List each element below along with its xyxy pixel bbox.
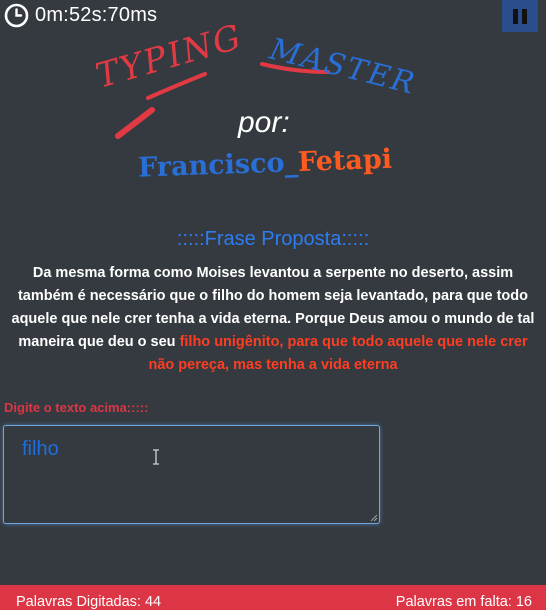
logo-title-master: MASTER [265,32,419,102]
logo-slash-red [115,107,155,139]
logo-title-typing: TYPING [91,17,247,97]
input-label: Digite o texto acima::::: [4,400,149,415]
text-cursor-icon [153,449,159,465]
phrase-remaining: filho unigênito, para que todo aquele qu… [148,334,528,373]
typing-input[interactable] [3,425,380,524]
logo-by: por: [237,106,290,139]
logo-author: Francisco_Fetapi [138,144,393,184]
typing-master-app: 0m:52s:70ms TYPING MASTER por: Francisco… [0,0,546,610]
logo-author-first: Francisco_ [138,147,299,184]
logo-author-last: Fetapi [297,144,392,178]
phrase-title: :::::Frase Proposta::::: [176,228,370,250]
resize-handle-icon[interactable] [370,514,378,522]
phrase-text: Da mesma forma como Moises levantou a se… [6,262,540,377]
typed-words-count: Palavras Digitadas: 44 [16,594,162,610]
footer-bar: Palavras Digitadas: 44 Palavras em falta… [0,585,546,610]
remaining-words-count: Palavras em falta: 16 [395,594,532,610]
logo: TYPING MASTER por: Francisco_Fetapi [91,17,419,184]
